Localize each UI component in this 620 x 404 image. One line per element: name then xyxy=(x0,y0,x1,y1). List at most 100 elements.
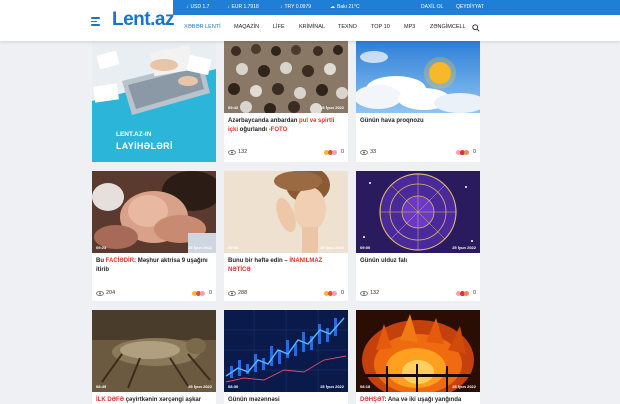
nav-item-mp3[interactable]: MP3 xyxy=(404,24,415,31)
news-title-text: Bunu bir həftə edin – xyxy=(228,258,290,264)
eye-icon xyxy=(96,290,104,296)
arrow-down-icon: ↓ xyxy=(227,4,230,10)
projects-promo-card[interactable]: LENT.AZ-IN LAYİHƏLƏRİ xyxy=(92,41,216,162)
reaction-count: 0 xyxy=(340,290,344,296)
news-image: 08:30 25 İyun 2022 xyxy=(224,310,348,392)
news-date: 25 İyun 2022 xyxy=(320,245,344,250)
eur-rate-text: EUR 1.7918 xyxy=(231,4,259,10)
news-image: 09:42 25 İyun 2022 xyxy=(224,41,348,113)
weather: ☁ Bakı 21°C xyxy=(330,4,360,11)
news-title-text: oğurlandı xyxy=(238,126,269,133)
reaction-count: 0 xyxy=(340,149,344,155)
news-time: 08:30 xyxy=(228,384,239,389)
nav-item-news-feed[interactable]: XƏBƏR LENTİ xyxy=(184,24,221,31)
news-stats: 288 0 xyxy=(228,289,344,297)
login-link[interactable]: DAXİL OL xyxy=(421,4,443,11)
view-count: 132 xyxy=(370,290,380,296)
news-card[interactable]: 09:08 25 İyun 2022 Bunu bir həftə edin –… xyxy=(224,171,348,301)
news-stats: 33 0 xyxy=(360,148,476,156)
love-reaction-icon xyxy=(199,290,205,296)
reactions[interactable]: 0 xyxy=(455,289,476,297)
eur-rate: ↓ EUR 1.7918 xyxy=(227,4,259,11)
news-card[interactable]: 08:30 25 İyun 2022 Günün məzənnəsi xyxy=(224,310,348,404)
news-image: 09:00 25 İyun 2022 xyxy=(356,171,480,253)
news-stats: 132 0 xyxy=(228,148,344,156)
news-time: 09:08 xyxy=(228,245,239,250)
news-stats: 132 0 xyxy=(360,289,476,297)
news-title[interactable]: Günün hava proqnozu xyxy=(360,117,476,126)
view-count: 204 xyxy=(106,290,116,296)
news-card[interactable]: 09:23 25 İyun 2022 Bu FACİƏDİR: Məşhur a… xyxy=(92,171,216,301)
love-reaction-icon xyxy=(331,149,337,155)
nav-item-techno[interactable]: TEXNO xyxy=(338,24,357,31)
news-date: 25 İyun 2022 xyxy=(188,384,212,389)
news-title-text: : Ana və iki uşağı yanğında xyxy=(384,397,462,403)
reactions[interactable]: 0 xyxy=(323,289,344,297)
reactions[interactable]: 0 xyxy=(323,148,344,156)
news-title-text: Bu xyxy=(96,258,106,264)
news-stats: 204 0 xyxy=(96,289,212,297)
news-title-highlight: İLK DƏFƏ xyxy=(96,397,125,403)
nav-item-life[interactable]: LİFE xyxy=(273,24,285,31)
eye-icon xyxy=(360,290,368,296)
news-title-text: Azərbaycanda anbardan xyxy=(228,118,300,124)
news-time: 09:00 xyxy=(360,245,371,250)
view-count: 33 xyxy=(370,149,377,155)
try-rate-text: TRY 0.0979 xyxy=(284,4,312,10)
love-reaction-icon xyxy=(331,290,337,296)
menu-icon[interactable] xyxy=(91,17,100,28)
eye-icon xyxy=(228,149,236,155)
site-logo[interactable]: Lent.az xyxy=(112,10,174,30)
news-title[interactable]: İLK DƏFƏ çəyirtkənin xərçəngi aşkar xyxy=(96,396,212,404)
news-title-highlight: DƏHŞƏT xyxy=(360,397,385,403)
promo-title-line1: LENT.AZ-IN xyxy=(116,131,152,138)
news-title-highlight: FACİƏDİR xyxy=(105,258,135,264)
top-info-bar: ↓ USD 1.7 ↓ EUR 1.7918 ↓ TRY 0.0979 ☁ Bakı 2… xyxy=(173,0,620,15)
register-link[interactable]: QEYDİYYAT xyxy=(456,4,484,11)
search-icon[interactable] xyxy=(472,24,480,32)
news-card[interactable]: 08:18 25 İyun 2022 DƏHŞƏT: Ana və iki uş… xyxy=(356,310,480,404)
reactions[interactable]: 0 xyxy=(455,148,476,156)
news-card[interactable]: 09:00 25 İyun 2022 Günün ulduz falı 132 … xyxy=(356,171,480,301)
news-image: 08:18 25 İyun 2022 xyxy=(356,310,480,392)
reactions[interactable]: 0 xyxy=(191,289,212,297)
news-card[interactable]: 09:42 25 İyun 2022 Azərbaycanda anbardan… xyxy=(224,41,348,162)
news-date: 25 İyun 2022 xyxy=(452,384,476,389)
site-header: Lent.az ↓ USD 1.7 ↓ EUR 1.7918 ↓ TRY 0.0979… xyxy=(0,0,620,41)
try-rate: ↓ TRY 0.0979 xyxy=(280,4,311,11)
news-date: 25 İyun 2022 xyxy=(320,384,344,389)
nav-item-magazine[interactable]: MAQAZİN xyxy=(234,24,259,31)
news-date: 25 İyun 2022 xyxy=(320,105,344,110)
arrow-down-icon: ↓ xyxy=(280,4,283,10)
news-title[interactable]: Bu FACİƏDİR: Məşhur aktrisa 9 uşağını it… xyxy=(96,257,212,274)
news-card[interactable]: 08:49 25 İyun 2022 İLK DƏFƏ çəyirtkənin … xyxy=(92,310,216,404)
news-time: 08:49 xyxy=(96,384,107,389)
usd-rate: ↓ USD 1.7 xyxy=(186,4,209,11)
weather-text: Bakı 21°C xyxy=(337,4,360,10)
news-image: 08:49 25 İyun 2022 xyxy=(92,310,216,392)
nav-item-criminal[interactable]: KRİMİNAL xyxy=(299,24,325,31)
nav-item-zengimcell[interactable]: ZƏNGİMCELL xyxy=(430,24,466,31)
news-title[interactable]: Azərbaycanda anbardan pul və spirtli içk… xyxy=(228,117,344,134)
view-count: 132 xyxy=(238,149,248,155)
news-card[interactable]: Günün hava proqnozu 33 0 xyxy=(356,41,480,162)
news-title[interactable]: DƏHŞƏT: Ana və iki uşağı yanğında xyxy=(360,396,476,404)
news-title[interactable]: Günün məzənnəsi xyxy=(228,396,344,404)
news-title-text: Günün hava proqnozu xyxy=(360,118,424,124)
news-image: 09:23 25 İyun 2022 xyxy=(92,171,216,253)
reaction-count: 0 xyxy=(472,149,476,155)
news-title[interactable]: Günün ulduz falı xyxy=(360,257,476,266)
news-image xyxy=(356,41,480,113)
sad-reaction-icon xyxy=(463,149,469,155)
news-image: 09:08 25 İyun 2022 xyxy=(224,171,348,253)
eye-icon xyxy=(360,149,368,155)
news-date: 25 İyun 2022 xyxy=(188,245,212,250)
news-title[interactable]: Bunu bir həftə edin – İNANILMAZ NƏTİCƏ xyxy=(228,257,344,274)
news-title-text: çəyirtkənin xərçəngi aşkar xyxy=(124,397,202,403)
news-title-text: Günün ulduz falı xyxy=(360,258,407,264)
view-count: 288 xyxy=(238,290,248,296)
nav-item-top10[interactable]: TOP 10 xyxy=(371,24,390,31)
news-time: 09:23 xyxy=(96,245,107,250)
reaction-count: 0 xyxy=(208,290,212,296)
arrow-down-icon: ↓ xyxy=(186,4,189,10)
